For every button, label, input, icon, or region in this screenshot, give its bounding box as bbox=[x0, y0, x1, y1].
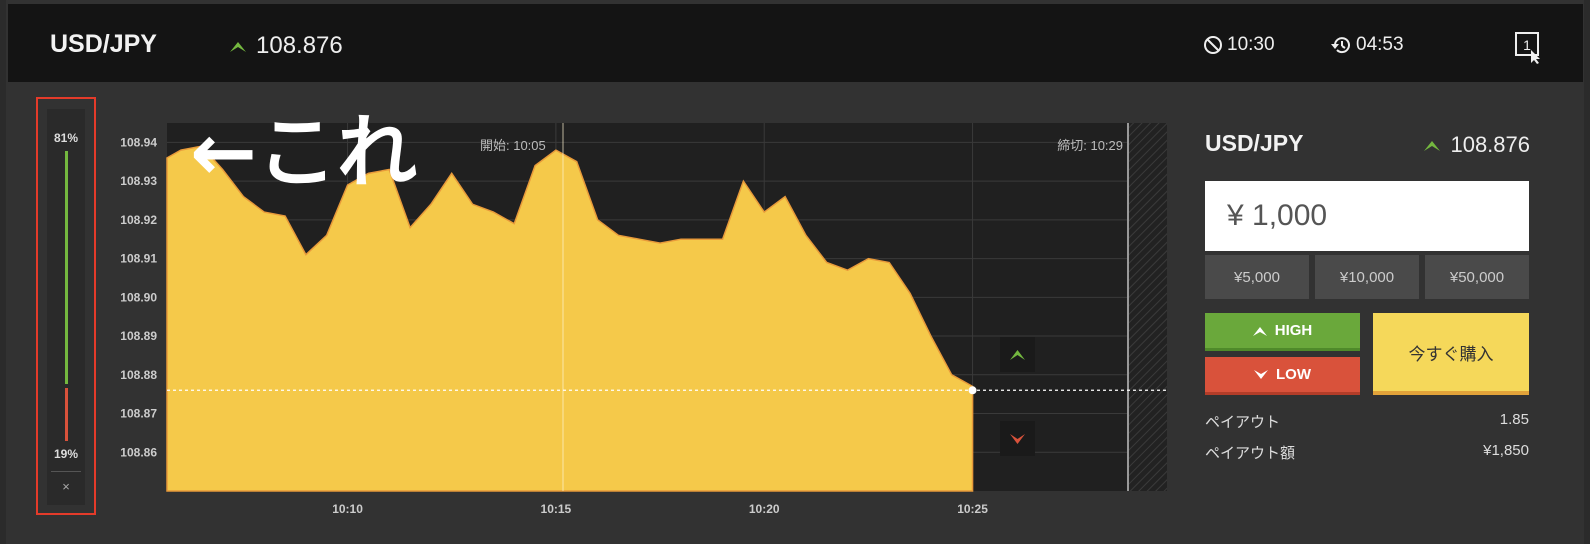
x-axis: 10:10 10:15 10:20 10:25 bbox=[332, 502, 988, 516]
preset-50000-button[interactable]: ¥50,000 bbox=[1425, 255, 1529, 299]
arrow-up-icon bbox=[1424, 141, 1441, 151]
y-tick-label: 108.88 bbox=[120, 368, 157, 382]
arrow-down-icon bbox=[1254, 369, 1268, 379]
high-marker-icon bbox=[1000, 337, 1035, 372]
preset-10000-button[interactable]: ¥10,000 bbox=[1315, 255, 1419, 299]
y-axis: 108.94 108.93 108.92 108.91 108.90 108.89 108.… bbox=[120, 135, 157, 459]
panel-pair-title: USD/JPY bbox=[1205, 130, 1304, 156]
low-button-label: LOW bbox=[1276, 366, 1311, 383]
panel-price-value: 108.876 bbox=[1450, 132, 1530, 157]
amount-input[interactable] bbox=[1205, 181, 1529, 251]
payout-row: ペイアウト 1.85 bbox=[1205, 411, 1529, 432]
y-tick-label: 108.89 bbox=[120, 329, 157, 343]
y-tick-label: 108.94 bbox=[120, 135, 157, 149]
high-button-label: HIGH bbox=[1274, 322, 1313, 339]
x-tick-label: 10:25 bbox=[957, 502, 988, 516]
panel-price: 108.876 bbox=[1424, 132, 1530, 158]
annotation-arrow-text: ←これ bbox=[190, 106, 417, 199]
start-time-label: 開始: 10:05 bbox=[480, 138, 546, 153]
arrow-up-icon bbox=[1252, 326, 1267, 336]
payout-amount-value: ¥1,850 bbox=[1483, 442, 1529, 459]
countdown: 04:53 bbox=[1330, 34, 1404, 56]
x-tick-label: 10:15 bbox=[541, 502, 572, 516]
history-icon bbox=[1331, 37, 1350, 54]
y-tick-label: 108.86 bbox=[120, 445, 157, 459]
low-button[interactable]: LOW bbox=[1205, 357, 1360, 395]
layout-number: 1 bbox=[1523, 37, 1531, 53]
y-tick-label: 108.87 bbox=[120, 407, 157, 421]
high-button[interactable]: HIGH bbox=[1205, 313, 1360, 351]
deadline-label: 締切: 10:29 bbox=[1057, 138, 1123, 153]
x-tick-label: 10:10 bbox=[332, 502, 363, 516]
payout-label: ペイアウト bbox=[1205, 414, 1281, 431]
current-price-dot bbox=[968, 386, 977, 395]
payout-value: 1.85 bbox=[1499, 411, 1529, 428]
y-tick-label: 108.93 bbox=[120, 174, 157, 188]
expiry-time: 10:30 bbox=[1203, 34, 1275, 56]
payout-amount-label: ペイアウト額 bbox=[1205, 445, 1296, 462]
price-chart: 開始: 10:05 締切: 10:29 108.94108.93108.9210… bbox=[120, 106, 1167, 516]
payout-amount-row: ペイアウト額 ¥1,850 bbox=[1205, 442, 1529, 463]
x-tick-label: 10:20 bbox=[749, 502, 780, 516]
preset-5000-button[interactable]: ¥5,000 bbox=[1205, 255, 1309, 299]
countdown-value: 04:53 bbox=[1356, 34, 1404, 55]
expiry-time-value: 10:30 bbox=[1227, 34, 1275, 55]
buy-now-button[interactable]: 今すぐ購入 bbox=[1373, 313, 1529, 395]
locked-zone bbox=[1128, 123, 1167, 491]
low-marker-icon bbox=[1000, 421, 1035, 456]
y-tick-label: 108.92 bbox=[120, 213, 157, 227]
y-tick-label: 108.91 bbox=[120, 252, 157, 266]
no-entry-icon bbox=[1204, 36, 1222, 54]
layout-select-icon[interactable]: 1 bbox=[1515, 32, 1543, 69]
y-tick-label: 108.90 bbox=[120, 290, 157, 304]
